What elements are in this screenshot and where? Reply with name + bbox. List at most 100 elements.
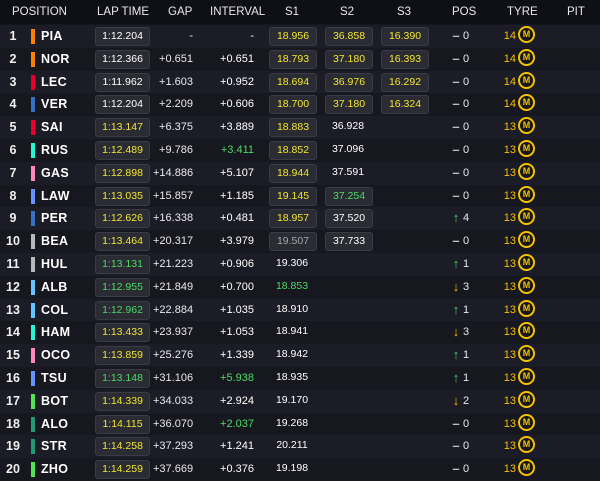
position-change: 0: [463, 30, 470, 42]
table-row[interactable]: 11 HUL 1:13.131 +21.223 +0.906 19.306 ↑ 1 13 M: [0, 253, 600, 276]
table-row[interactable]: 1 PIA 1:12.204 - - 18.956 36.858 16.390 –0 14 M: [0, 25, 600, 48]
arrow-up-icon: ↑: [452, 256, 460, 271]
lap-time: 1:12.955: [95, 277, 150, 297]
driver-code: HAM: [41, 325, 71, 340]
dash-icon: –: [452, 50, 460, 66]
table-row[interactable]: 17 BOT 1:14.339 +34.033 +2.924 19.170 ↓ 2 13 M: [0, 389, 600, 413]
position-number: 1: [9, 29, 17, 43]
arrow-up-icon: ↑: [452, 347, 460, 363]
header-position[interactable]: POSITION: [12, 6, 67, 18]
position-change: 0: [463, 189, 470, 202]
table-row[interactable]: 15 OCO 1:13.859 +25.276 +1.339 18.942 ↑ 1 13 M: [0, 344, 600, 367]
gap-value: +16.338: [153, 212, 194, 225]
sector-2-time: 37.733: [325, 232, 373, 252]
medium-tyre-icon: M: [518, 436, 535, 454]
team-color-bar: [31, 120, 35, 136]
sector-3-time: 16.390: [381, 27, 429, 46]
table-row[interactable]: 20 ZHO 1:14.259 +37.669 +0.376 19.198 –0 13 M: [0, 458, 600, 481]
tyre-laps: 13: [503, 303, 516, 316]
header-interval[interactable]: INTERVAL: [210, 6, 265, 18]
medium-tyre-icon: M: [518, 368, 535, 385]
header-s3[interactable]: S3: [397, 6, 411, 18]
table-row[interactable]: 18 ALO 1:14.115 +36.070 +2.037 19.268 –0 13 M: [0, 412, 600, 436]
table-row[interactable]: 13 COL 1:12.962 +22.884 +1.035 18.910 ↑ 1 13 M: [0, 298, 600, 322]
sector-1-time: 19.145: [269, 186, 317, 206]
interval-value: +1.241: [220, 440, 254, 453]
arrow-up-icon: ↑: [452, 301, 460, 317]
interval-value: +1.339: [220, 349, 254, 362]
sector-1-time: 19.170: [275, 393, 309, 406]
table-row[interactable]: 10 BEA 1:13.464 +20.317 +3.979 19.507 37.733 –0…: [0, 230, 600, 253]
gap-value: +25.276: [153, 349, 194, 362]
header-lap-time[interactable]: LAP TIME: [97, 6, 149, 18]
header-pos[interactable]: POS: [452, 6, 476, 18]
sector-2-time: 37.254: [325, 186, 373, 206]
tyre-laps: 14: [503, 98, 516, 111]
interval-value: +1.185: [220, 189, 254, 202]
lap-time: 1:14.339: [95, 391, 150, 411]
driver-code: GAS: [41, 165, 69, 180]
position-change: 4: [463, 212, 470, 225]
sector-1-time: 19.306: [275, 257, 309, 269]
gap-value: +37.293: [153, 440, 194, 453]
sector-1-time: 18.853: [275, 279, 309, 292]
header-s2[interactable]: S2: [340, 6, 354, 18]
position-change: 0: [463, 75, 470, 88]
position-number: 19: [6, 439, 20, 454]
team-color-bar: [31, 325, 35, 341]
table-row[interactable]: 9 PER 1:12.626 +16.338 +0.481 18.957 37.520 ↑ 4 1…: [0, 207, 600, 231]
table-row[interactable]: 5 SAI 1:13.147 +6.375 +3.889 18.883 36.928 –0 13…: [0, 116, 600, 139]
table-row[interactable]: 6 RUS 1:12.489 +9.786 +3.411 18.852 37.096 –0 13…: [0, 139, 600, 162]
table-row[interactable]: 12 ALB 1:12.955 +21.849 +0.700 18.853 ↓ 3 13 M: [0, 275, 600, 299]
interval-value: +0.952: [220, 75, 254, 88]
position-change: 2: [463, 394, 470, 407]
table-row[interactable]: 16 TSU 1:13.148 +31.106 +5.938 18.935 ↑ 1 13 M: [0, 367, 600, 390]
header-s1[interactable]: S1: [285, 6, 299, 18]
interval-value: -: [250, 30, 254, 42]
sector-1-time: 18.944: [269, 163, 317, 183]
lap-time: 1:14.259: [95, 460, 150, 480]
table-row[interactable]: 8 LAW 1:13.035 +15.857 +1.185 19.145 37.254 –0 1…: [0, 184, 600, 208]
header-pit[interactable]: PIT: [567, 6, 585, 18]
medium-tyre-icon: M: [518, 413, 535, 431]
lap-time: 1:14.258: [95, 437, 150, 457]
lap-time: 1:12.489: [95, 141, 150, 160]
medium-tyre-icon: M: [518, 459, 535, 477]
driver-code: ALO: [41, 416, 69, 431]
table-row[interactable]: 4 VER 1:12.204 +2.209 +0.606 18.700 37.180 16.3…: [0, 93, 600, 117]
tyre-laps: 13: [503, 280, 516, 293]
tyre-laps: 13: [503, 349, 516, 362]
table-row[interactable]: 7 GAS 1:12.898 +14.886 +5.107 18.944 37.591 –0 1…: [0, 161, 600, 185]
medium-tyre-icon: M: [518, 71, 535, 89]
lap-time: 1:14.115: [95, 414, 150, 434]
tyre-laps: 13: [503, 417, 516, 430]
dash-icon: –: [452, 142, 460, 157]
table-row[interactable]: 14 HAM 1:13.433 +23.937 +1.053 18.941 ↓ 3 13 M: [0, 321, 600, 345]
gap-value: +14.886: [153, 166, 194, 179]
position-number: 2: [9, 51, 17, 66]
header-tyre[interactable]: TYRE: [507, 6, 538, 18]
sector-2-time: 37.096: [331, 143, 365, 155]
tyre-laps: 13: [503, 212, 516, 225]
position-change: 0: [463, 440, 470, 453]
table-row[interactable]: 19 STR 1:14.258 +37.293 +1.241 20.211 –0 13 M: [0, 435, 600, 459]
sector-1-time: 18.700: [269, 95, 317, 115]
tyre-laps: 13: [503, 326, 516, 339]
dash-icon: –: [452, 164, 460, 180]
table-row[interactable]: 3 LEC 1:11.962 +1.603 +0.952 18.694 36.976 16.2…: [0, 70, 600, 94]
sector-1-time: 18.956: [269, 27, 317, 46]
medium-tyre-icon: M: [518, 48, 535, 66]
driver-code: VER: [41, 97, 68, 112]
driver-code: HUL: [41, 257, 68, 271]
table-row[interactable]: 2 NOR 1:12.366 +0.651 +0.651 18.793 37.180 16.3…: [0, 47, 600, 71]
medium-tyre-icon: M: [518, 140, 535, 157]
position-number: 14: [6, 325, 20, 340]
header-gap[interactable]: GAP: [168, 6, 192, 18]
arrow-down-icon: ↓: [452, 392, 460, 408]
gap-value: +1.603: [159, 75, 193, 88]
gap-value: +21.223: [153, 258, 194, 270]
sector-2-time: 37.591: [331, 165, 365, 178]
position-change: 1: [463, 372, 470, 384]
lap-time: 1:12.204: [95, 27, 150, 46]
sector-3-time: 16.393: [381, 49, 429, 69]
